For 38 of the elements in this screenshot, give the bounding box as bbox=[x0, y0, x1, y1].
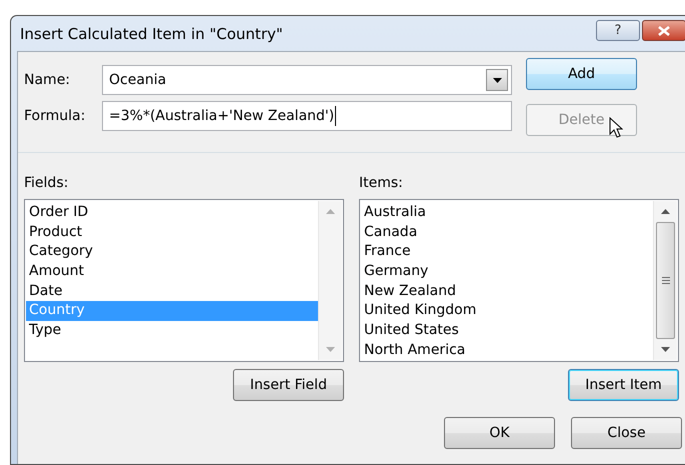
close-button[interactable] bbox=[642, 20, 685, 41]
insert-button[interactable]: Insert Field bbox=[233, 369, 344, 401]
list-item[interactable]: New Zealand bbox=[361, 282, 653, 302]
list-item[interactable]: Product bbox=[26, 222, 318, 242]
close-icon bbox=[658, 26, 670, 36]
list-item[interactable]: France bbox=[361, 242, 653, 262]
list-item[interactable]: United Kingdom bbox=[361, 301, 653, 322]
field-label: Formula: bbox=[24, 108, 86, 124]
mouse-pointer-icon bbox=[609, 117, 623, 139]
list-item[interactable]: Canada bbox=[361, 222, 653, 242]
field-value: Oceania bbox=[109, 72, 166, 88]
insert-button[interactable]: Insert Item bbox=[568, 369, 679, 401]
list-item[interactable]: Type bbox=[26, 321, 318, 341]
formula-field[interactable]: =3%*(Australia+'New Zealand') bbox=[102, 101, 512, 131]
list-item[interactable]: Germany bbox=[361, 262, 653, 282]
caret-icon bbox=[492, 78, 502, 82]
name-combo-box[interactable]: Oceania bbox=[102, 65, 512, 95]
field-label: Name: bbox=[24, 72, 72, 88]
list-item[interactable]: Order ID bbox=[26, 203, 318, 223]
dropdown-button[interactable] bbox=[486, 69, 508, 91]
dialog-button[interactable]: OK bbox=[444, 417, 555, 449]
window-title: Insert Calculated Item in "Country" bbox=[19, 24, 283, 42]
list-item[interactable]: Amount bbox=[26, 262, 318, 282]
list-item[interactable]: United States bbox=[361, 321, 653, 341]
list-item[interactable]: Category bbox=[26, 242, 318, 262]
list-item[interactable]: Date bbox=[26, 282, 318, 302]
list-label: Fields: bbox=[24, 174, 70, 193]
list-label: Items: bbox=[359, 174, 404, 193]
dialog-button[interactable]: Close bbox=[571, 417, 682, 449]
action-button[interactable]: Add bbox=[526, 58, 637, 90]
scroll-down-icon[interactable] bbox=[661, 347, 670, 352]
scroll-up-icon[interactable] bbox=[661, 209, 670, 214]
scrollbar[interactable] bbox=[653, 201, 677, 360]
list-item[interactable]: North America bbox=[361, 340, 653, 360]
text-cursor bbox=[335, 106, 336, 126]
help-button[interactable]: ? bbox=[596, 20, 640, 41]
scroll-thumb[interactable] bbox=[656, 222, 675, 339]
list-item[interactable]: Australia bbox=[361, 203, 653, 223]
